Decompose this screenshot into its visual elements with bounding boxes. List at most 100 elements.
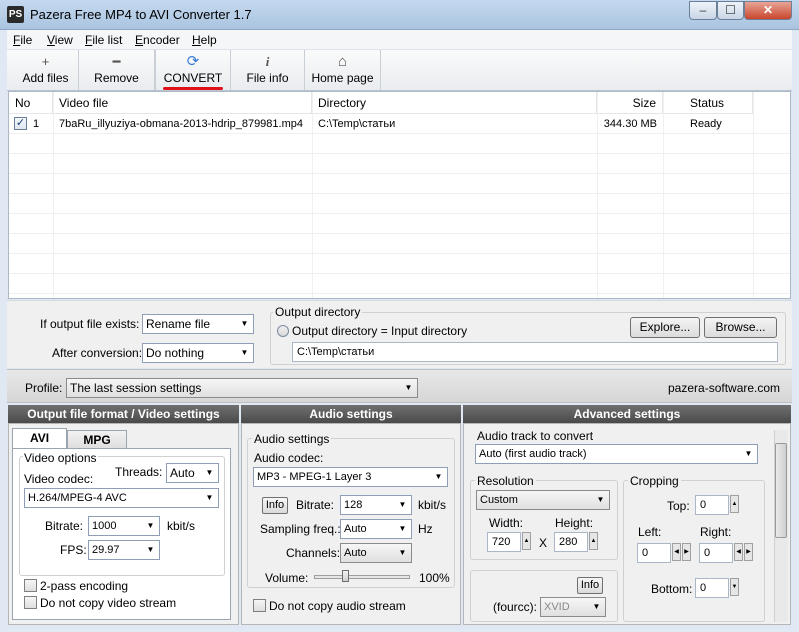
- output-directory-title: Output directory: [273, 305, 363, 319]
- minimize-button[interactable]: –: [689, 1, 717, 20]
- crop-right-spinner-right[interactable]: ▶: [744, 543, 753, 561]
- output-equals-input-radio[interactable]: [277, 325, 289, 337]
- height-field[interactable]: 280: [554, 532, 588, 552]
- app-icon: PS: [7, 6, 24, 23]
- audio-track-select[interactable]: Auto (first audio track) ▼: [475, 444, 758, 464]
- no-copy-audio-checkbox[interactable]: [253, 599, 266, 612]
- crop-top-label: Top:: [667, 499, 690, 513]
- threads-label: Threads:: [115, 465, 163, 479]
- crop-bottom-label: Bottom:: [651, 582, 693, 596]
- chevron-down-icon: ▼: [592, 602, 601, 611]
- video-codec-label: Video codec:: [24, 472, 94, 486]
- row-number: 1: [33, 118, 40, 130]
- if-exists-select[interactable]: Rename file ▼: [142, 314, 254, 334]
- chevron-down-icon: ▼: [744, 449, 753, 458]
- resolution-x-label: X: [539, 536, 548, 550]
- audio-track-label: Audio track to convert: [477, 429, 594, 443]
- column-header-directory[interactable]: Directory: [312, 92, 597, 114]
- explore-button[interactable]: Explore...: [630, 317, 700, 338]
- width-label: Width:: [489, 516, 524, 530]
- crop-left-spinner-right[interactable]: ▶: [682, 543, 691, 561]
- volume-slider-handle[interactable]: [342, 570, 349, 582]
- file-list-table[interactable]: No Video file Directory Size Status ✓ 1 …: [8, 91, 791, 299]
- two-pass-label[interactable]: 2-pass encoding: [40, 579, 128, 593]
- audio-bitrate-select[interactable]: 128 ▼: [340, 495, 412, 515]
- after-conversion-select[interactable]: Do nothing ▼: [142, 343, 254, 363]
- close-button[interactable]: ✕: [744, 1, 792, 20]
- no-copy-video-label[interactable]: Do not copy video stream: [40, 596, 176, 610]
- resolution-select[interactable]: Custom ▼: [476, 490, 610, 510]
- add-files-button[interactable]: + Add files: [13, 50, 79, 90]
- channels-label: Channels:: [286, 546, 341, 560]
- window-title: Pazera Free MP4 to AVI Converter 1.7: [30, 7, 252, 22]
- advanced-info-button[interactable]: Info: [577, 577, 603, 594]
- menu-encoder[interactable]: Encoder: [135, 33, 180, 47]
- menu-file-list[interactable]: File list: [85, 33, 122, 47]
- chevron-down-icon: ▼: [205, 468, 214, 477]
- crop-left-field[interactable]: 0: [637, 543, 671, 563]
- profile-select[interactable]: The last session settings ▼: [66, 378, 418, 398]
- row-status: Ready: [690, 118, 722, 130]
- maximize-button[interactable]: ☐: [717, 1, 744, 20]
- video-bitrate-select[interactable]: 1000 ▼: [88, 516, 160, 536]
- video-codec-select[interactable]: H.264/MPEG-4 AVC ▼: [24, 488, 219, 508]
- browse-button[interactable]: Browse...: [704, 317, 777, 338]
- tab-mpg[interactable]: MPG: [67, 430, 127, 450]
- chevron-down-icon: ▼: [596, 495, 605, 504]
- crop-right-field[interactable]: 0: [699, 543, 733, 563]
- crop-left-spinner-left[interactable]: ◀: [672, 543, 681, 561]
- no-copy-audio-label[interactable]: Do not copy audio stream: [269, 599, 406, 613]
- video-panel-title: Output file format / Video settings: [8, 405, 239, 423]
- advanced-panel-title: Advanced settings: [463, 405, 791, 423]
- column-header-no[interactable]: No: [9, 92, 53, 114]
- file-info-button[interactable]: i File info: [231, 50, 305, 90]
- sampling-select[interactable]: Auto ▼: [340, 519, 412, 539]
- menu-view[interactable]: View: [47, 33, 73, 47]
- scrollbar-thumb[interactable]: [775, 443, 787, 538]
- menu-file[interactable]: File: [13, 33, 32, 47]
- two-pass-checkbox[interactable]: [24, 579, 37, 592]
- crop-top-spinner[interactable]: ▲: [730, 495, 739, 513]
- fps-select[interactable]: 29.97 ▼: [88, 540, 160, 560]
- crop-right-spinner-left[interactable]: ◀: [734, 543, 743, 561]
- website-link[interactable]: pazera-software.com: [668, 381, 780, 395]
- menu-help[interactable]: Help: [192, 33, 217, 47]
- audio-codec-label: Audio codec:: [254, 451, 324, 465]
- table-row[interactable]: ✓ 1 7baRu_illyuziya-obmana-2013-hdrip_87…: [9, 114, 790, 134]
- title-bar[interactable]: PS Pazera Free MP4 to AVI Converter 1.7 …: [0, 0, 799, 30]
- refresh-icon: ⟳: [186, 53, 200, 70]
- width-field[interactable]: 720: [487, 532, 521, 552]
- audio-bitrate-unit: kbit/s: [418, 498, 447, 512]
- height-spinner[interactable]: ▲: [589, 532, 598, 550]
- convert-button[interactable]: ⟳ CONVERT: [155, 50, 231, 90]
- row-checkbox[interactable]: ✓: [14, 117, 27, 130]
- column-header-video-file[interactable]: Video file: [53, 92, 312, 114]
- row-video-file: 7baRu_illyuziya-obmana-2013-hdrip_879981…: [59, 118, 303, 130]
- crop-bottom-field[interactable]: 0: [695, 578, 729, 598]
- remove-button[interactable]: ━ Remove: [79, 50, 155, 90]
- toolbar: + Add files ━ Remove ⟳ CONVERT i File in…: [7, 50, 792, 91]
- minus-icon: ━: [112, 54, 121, 69]
- width-spinner[interactable]: ▲: [522, 532, 531, 550]
- column-header-size[interactable]: Size: [597, 92, 663, 114]
- row-directory: C:\Temp\статьи: [318, 118, 396, 130]
- audio-codec-select[interactable]: MP3 - MPEG-1 Layer 3 ▼: [253, 467, 448, 487]
- home-page-button[interactable]: ⌂ Home page: [305, 50, 381, 90]
- output-directory-field[interactable]: C:\Temp\статьи: [292, 342, 778, 362]
- audio-info-button[interactable]: Info: [262, 497, 288, 514]
- tab-avi[interactable]: AVI: [12, 428, 67, 449]
- crop-left-label: Left:: [638, 525, 662, 539]
- profile-bar: Profile: The last session settings ▼ paze…: [7, 369, 792, 403]
- audio-bitrate-label: Bitrate:: [296, 498, 335, 512]
- threads-select[interactable]: Auto ▼: [166, 463, 219, 483]
- crop-bottom-spinner[interactable]: ▼: [730, 578, 739, 596]
- output-equals-input-label[interactable]: Output directory = Input directory: [292, 324, 467, 338]
- height-label: Height:: [555, 516, 594, 530]
- column-header-status[interactable]: Status: [663, 92, 753, 114]
- fourcc-select[interactable]: XVID ▼: [540, 597, 606, 617]
- volume-slider-track[interactable]: [314, 575, 410, 579]
- channels-select[interactable]: Auto ▼: [340, 543, 412, 563]
- plus-icon: +: [41, 54, 50, 69]
- no-copy-video-checkbox[interactable]: [24, 596, 37, 609]
- crop-top-field[interactable]: 0: [695, 495, 729, 515]
